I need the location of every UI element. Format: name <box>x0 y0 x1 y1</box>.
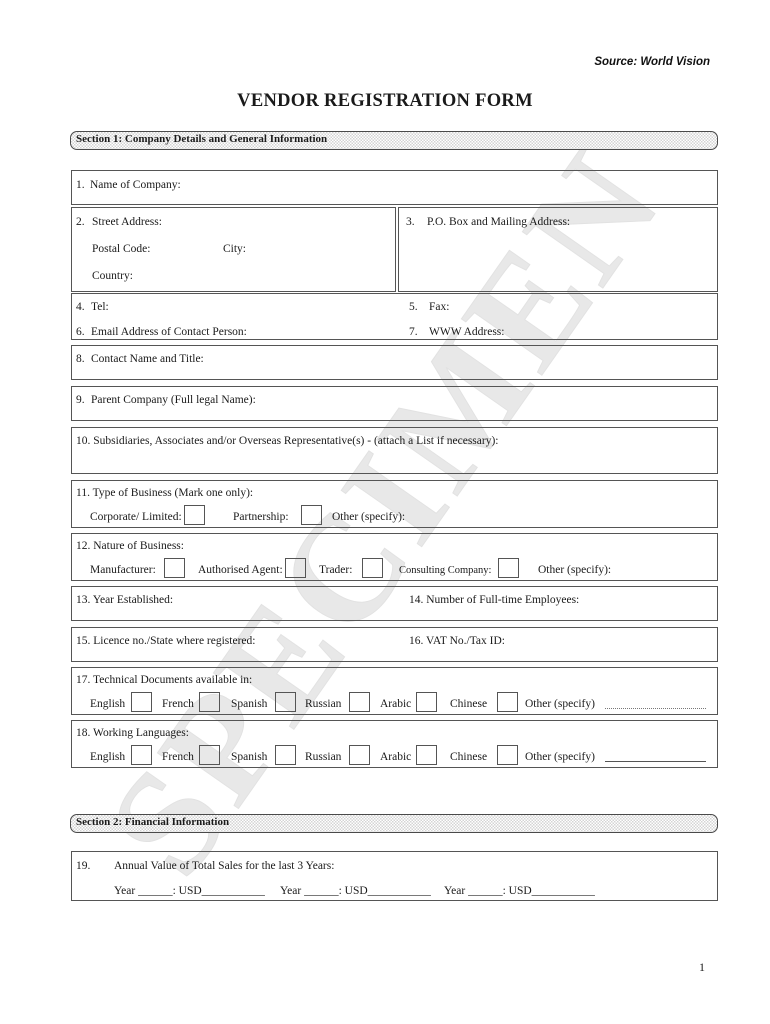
field-17-language-spanish-label: Spanish <box>231 698 268 710</box>
field-2-city-label: City: <box>223 243 247 255</box>
section-1-label: Section 1: Company Details and General I… <box>76 133 328 145</box>
field-type-of-business[interactable]: 11. Type of Business (Mark one only): Co… <box>71 480 718 528</box>
field-3-label: P.O. Box and Mailing Address: <box>427 216 571 228</box>
field-18-language-chinese-label: Chinese <box>450 751 488 763</box>
page-number: 1 <box>699 960 705 974</box>
checkbox-consulting-company[interactable] <box>498 558 519 578</box>
checkbox-tech-docs-russian[interactable] <box>349 692 370 712</box>
field-12-option-authorised-agent-label: Authorised Agent: <box>198 564 283 576</box>
field-9-label: Parent Company (Full legal Name): <box>91 394 256 406</box>
field-17-language-chinese-label: Chinese <box>450 698 488 710</box>
checkbox-authorised-agent[interactable] <box>285 558 306 578</box>
field-14-label: 14. Number of Full-time Employees: <box>409 594 580 606</box>
field-12-label: 12. Nature of Business: <box>76 540 184 552</box>
field-name-of-company[interactable]: 1. Name of Company: <box>71 170 718 205</box>
field-contact-numbers-group[interactable]: 4. Tel: 5. Fax: 6. Email Address of Cont… <box>71 293 718 340</box>
field-contact-name-title[interactable]: 8. Contact Name and Title: <box>71 345 718 380</box>
field-18-language-english-label: English <box>90 751 126 763</box>
field-12-option-trader-label: Trader: <box>319 564 353 576</box>
field-5-number: 5. <box>409 301 418 313</box>
checkbox-working-french[interactable] <box>199 745 220 765</box>
field-8-label: Contact Name and Title: <box>91 353 204 365</box>
checkbox-tech-docs-arabic[interactable] <box>416 692 437 712</box>
field-18-language-arabic-label: Arabic <box>380 751 412 763</box>
field-2-country-label: Country: <box>92 270 133 282</box>
field-10-label: 10. Subsidiaries, Associates and/or Over… <box>76 435 499 447</box>
checkbox-tech-docs-english[interactable] <box>131 692 152 712</box>
field-7-number: 7. <box>409 326 418 338</box>
page-title: VENDOR REGISTRATION FORM <box>237 91 533 111</box>
field-18-label: 18. Working Languages: <box>76 727 189 739</box>
field-annual-sales[interactable]: 19. Annual Value of Total Sales for the … <box>71 851 718 901</box>
field-street-address[interactable]: 2. Street Address: Postal Code: City: Co… <box>71 207 396 292</box>
field-working-languages[interactable]: 18. Working Languages: English French Sp… <box>71 720 718 768</box>
field-18-other-label: Other (specify) <box>525 751 595 763</box>
field-18-language-french-label: French <box>162 751 194 763</box>
field-17-language-arabic-label: Arabic <box>380 698 412 710</box>
field-15-label: 15. Licence no./State where registered: <box>76 635 256 647</box>
field-19-number: 19. <box>76 860 91 872</box>
field-12-option-manufacturer-label: Manufacturer: <box>90 564 156 576</box>
field-3-number: 3. <box>406 216 415 228</box>
document-page: SPECIMEN Source: World Vision VENDOR REG… <box>0 0 770 1024</box>
field-12-option-consulting-label: Consulting Company: <box>399 565 492 576</box>
field-2-postal-code-label: Postal Code: <box>92 243 151 255</box>
checkbox-tech-docs-french[interactable] <box>199 692 220 712</box>
field-6-number: 6. <box>76 326 85 338</box>
field-17-other-input-line[interactable] <box>605 708 706 709</box>
checkbox-working-spanish[interactable] <box>275 745 296 765</box>
checkbox-tech-docs-chinese[interactable] <box>497 692 518 712</box>
field-17-label: 17. Technical Documents available in: <box>76 674 253 686</box>
field-licence-vat[interactable]: 15. Licence no./State where registered: … <box>71 627 718 662</box>
field-nature-of-business[interactable]: 12. Nature of Business: Manufacturer: Au… <box>71 533 718 581</box>
field-17-language-russian-label: Russian <box>305 698 342 710</box>
field-parent-company[interactable]: 9. Parent Company (Full legal Name): <box>71 386 718 421</box>
field-19-year-entry-3[interactable]: Year ______: USD___________ <box>444 885 595 898</box>
field-18-other-input-line[interactable] <box>605 761 706 762</box>
field-12-option-other-label: Other (specify): <box>538 564 612 576</box>
field-1-number: 1. <box>76 179 85 191</box>
field-16-label: 16. VAT No./Tax ID: <box>409 635 505 647</box>
field-7-label: WWW Address: <box>429 326 505 338</box>
checkbox-corporate-limited[interactable] <box>184 505 205 525</box>
field-11-option-partnership-label: Partnership: <box>233 511 289 523</box>
field-4-number: 4. <box>76 301 85 313</box>
checkbox-partnership[interactable] <box>301 505 322 525</box>
checkbox-tech-docs-spanish[interactable] <box>275 692 296 712</box>
field-11-label: 11. Type of Business (Mark one only): <box>76 487 254 499</box>
field-11-option-other-label: Other (specify): <box>332 511 406 523</box>
checkbox-working-russian[interactable] <box>349 745 370 765</box>
checkbox-trader[interactable] <box>362 558 383 578</box>
field-17-other-label: Other (specify) <box>525 698 595 710</box>
checkbox-working-english[interactable] <box>131 745 152 765</box>
field-technical-documents-languages[interactable]: 17. Technical Documents available in: En… <box>71 667 718 715</box>
section-header-2: Section 2: Financial Information <box>70 814 718 833</box>
field-18-language-spanish-label: Spanish <box>231 751 268 763</box>
field-19-year-entry-1[interactable]: Year ______: USD___________ <box>114 885 265 898</box>
field-6-label: Email Address of Contact Person: <box>91 326 247 338</box>
field-4-label: Tel: <box>91 301 109 313</box>
field-11-option-corporate-label: Corporate/ Limited: <box>90 511 182 523</box>
field-subsidiaries[interactable]: 10. Subsidiaries, Associates and/or Over… <box>71 427 718 474</box>
field-17-language-french-label: French <box>162 698 194 710</box>
section-2-label: Section 2: Financial Information <box>76 816 230 828</box>
field-po-box-mailing-address[interactable]: 3. P.O. Box and Mailing Address: <box>398 207 718 292</box>
field-13-label: 13. Year Established: <box>76 594 174 606</box>
field-8-number: 8. <box>76 353 85 365</box>
field-2-label: Street Address: <box>92 216 162 228</box>
checkbox-working-arabic[interactable] <box>416 745 437 765</box>
checkbox-working-chinese[interactable] <box>497 745 518 765</box>
source-attribution: Source: World Vision <box>594 56 710 68</box>
field-19-label: Annual Value of Total Sales for the last… <box>114 860 335 872</box>
field-17-language-english-label: English <box>90 698 126 710</box>
section-header-1: Section 1: Company Details and General I… <box>70 131 718 150</box>
field-2-number: 2. <box>76 216 85 228</box>
checkbox-manufacturer[interactable] <box>164 558 185 578</box>
field-year-established-employees[interactable]: 13. Year Established: 14. Number of Full… <box>71 586 718 621</box>
field-1-label: Name of Company: <box>90 179 181 191</box>
field-9-number: 9. <box>76 394 85 406</box>
field-5-label: Fax: <box>429 301 450 313</box>
field-19-year-entry-2[interactable]: Year ______: USD___________ <box>280 885 431 898</box>
field-18-language-russian-label: Russian <box>305 751 342 763</box>
